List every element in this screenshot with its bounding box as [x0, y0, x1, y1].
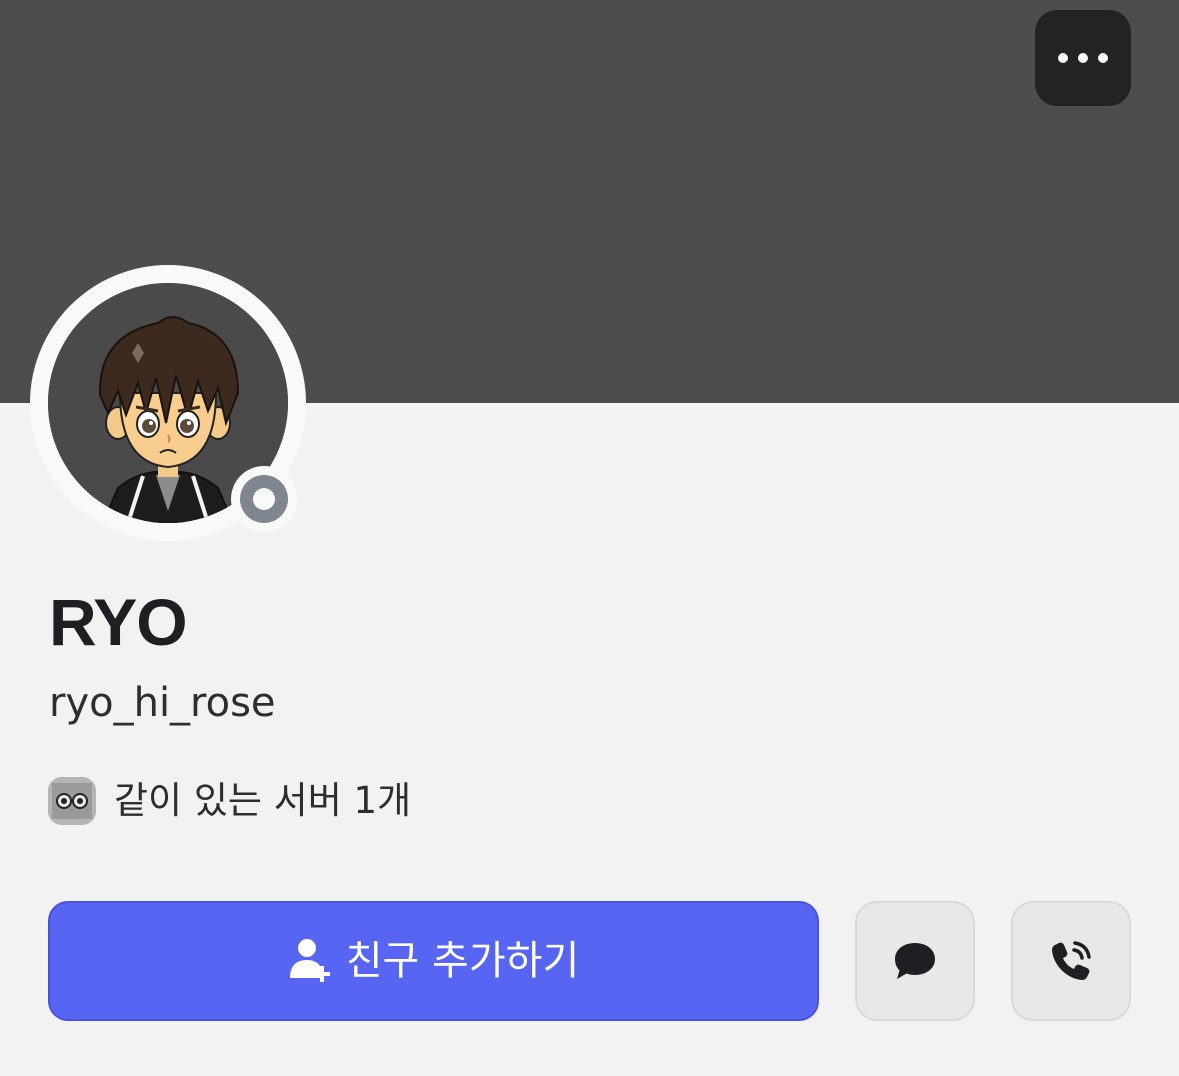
- offline-status-icon: [240, 475, 288, 523]
- username: ryo_hi_rose: [49, 680, 276, 726]
- add-friend-button[interactable]: 친구 추가하기: [48, 901, 819, 1021]
- mutual-servers-row[interactable]: 같이 있는 서버 1개: [48, 772, 411, 830]
- server-icon-image: [48, 777, 96, 825]
- call-button[interactable]: [1011, 901, 1131, 1021]
- more-horizontal-icon: [1058, 53, 1068, 63]
- phone-call-icon: [1052, 941, 1091, 980]
- chat-bubble-icon: [895, 943, 935, 979]
- more-dot: [1098, 53, 1108, 63]
- server-icon: [48, 777, 96, 825]
- more-options-button[interactable]: [1035, 10, 1131, 106]
- add-friend-icon: [288, 936, 336, 986]
- mutual-servers-label: 같이 있는 서버 1개: [114, 779, 412, 822]
- add-friend-label: 친구 추가하기: [345, 938, 580, 984]
- message-button[interactable]: [855, 901, 975, 1021]
- more-dot: [1078, 53, 1088, 63]
- display-name: RYO: [49, 585, 188, 659]
